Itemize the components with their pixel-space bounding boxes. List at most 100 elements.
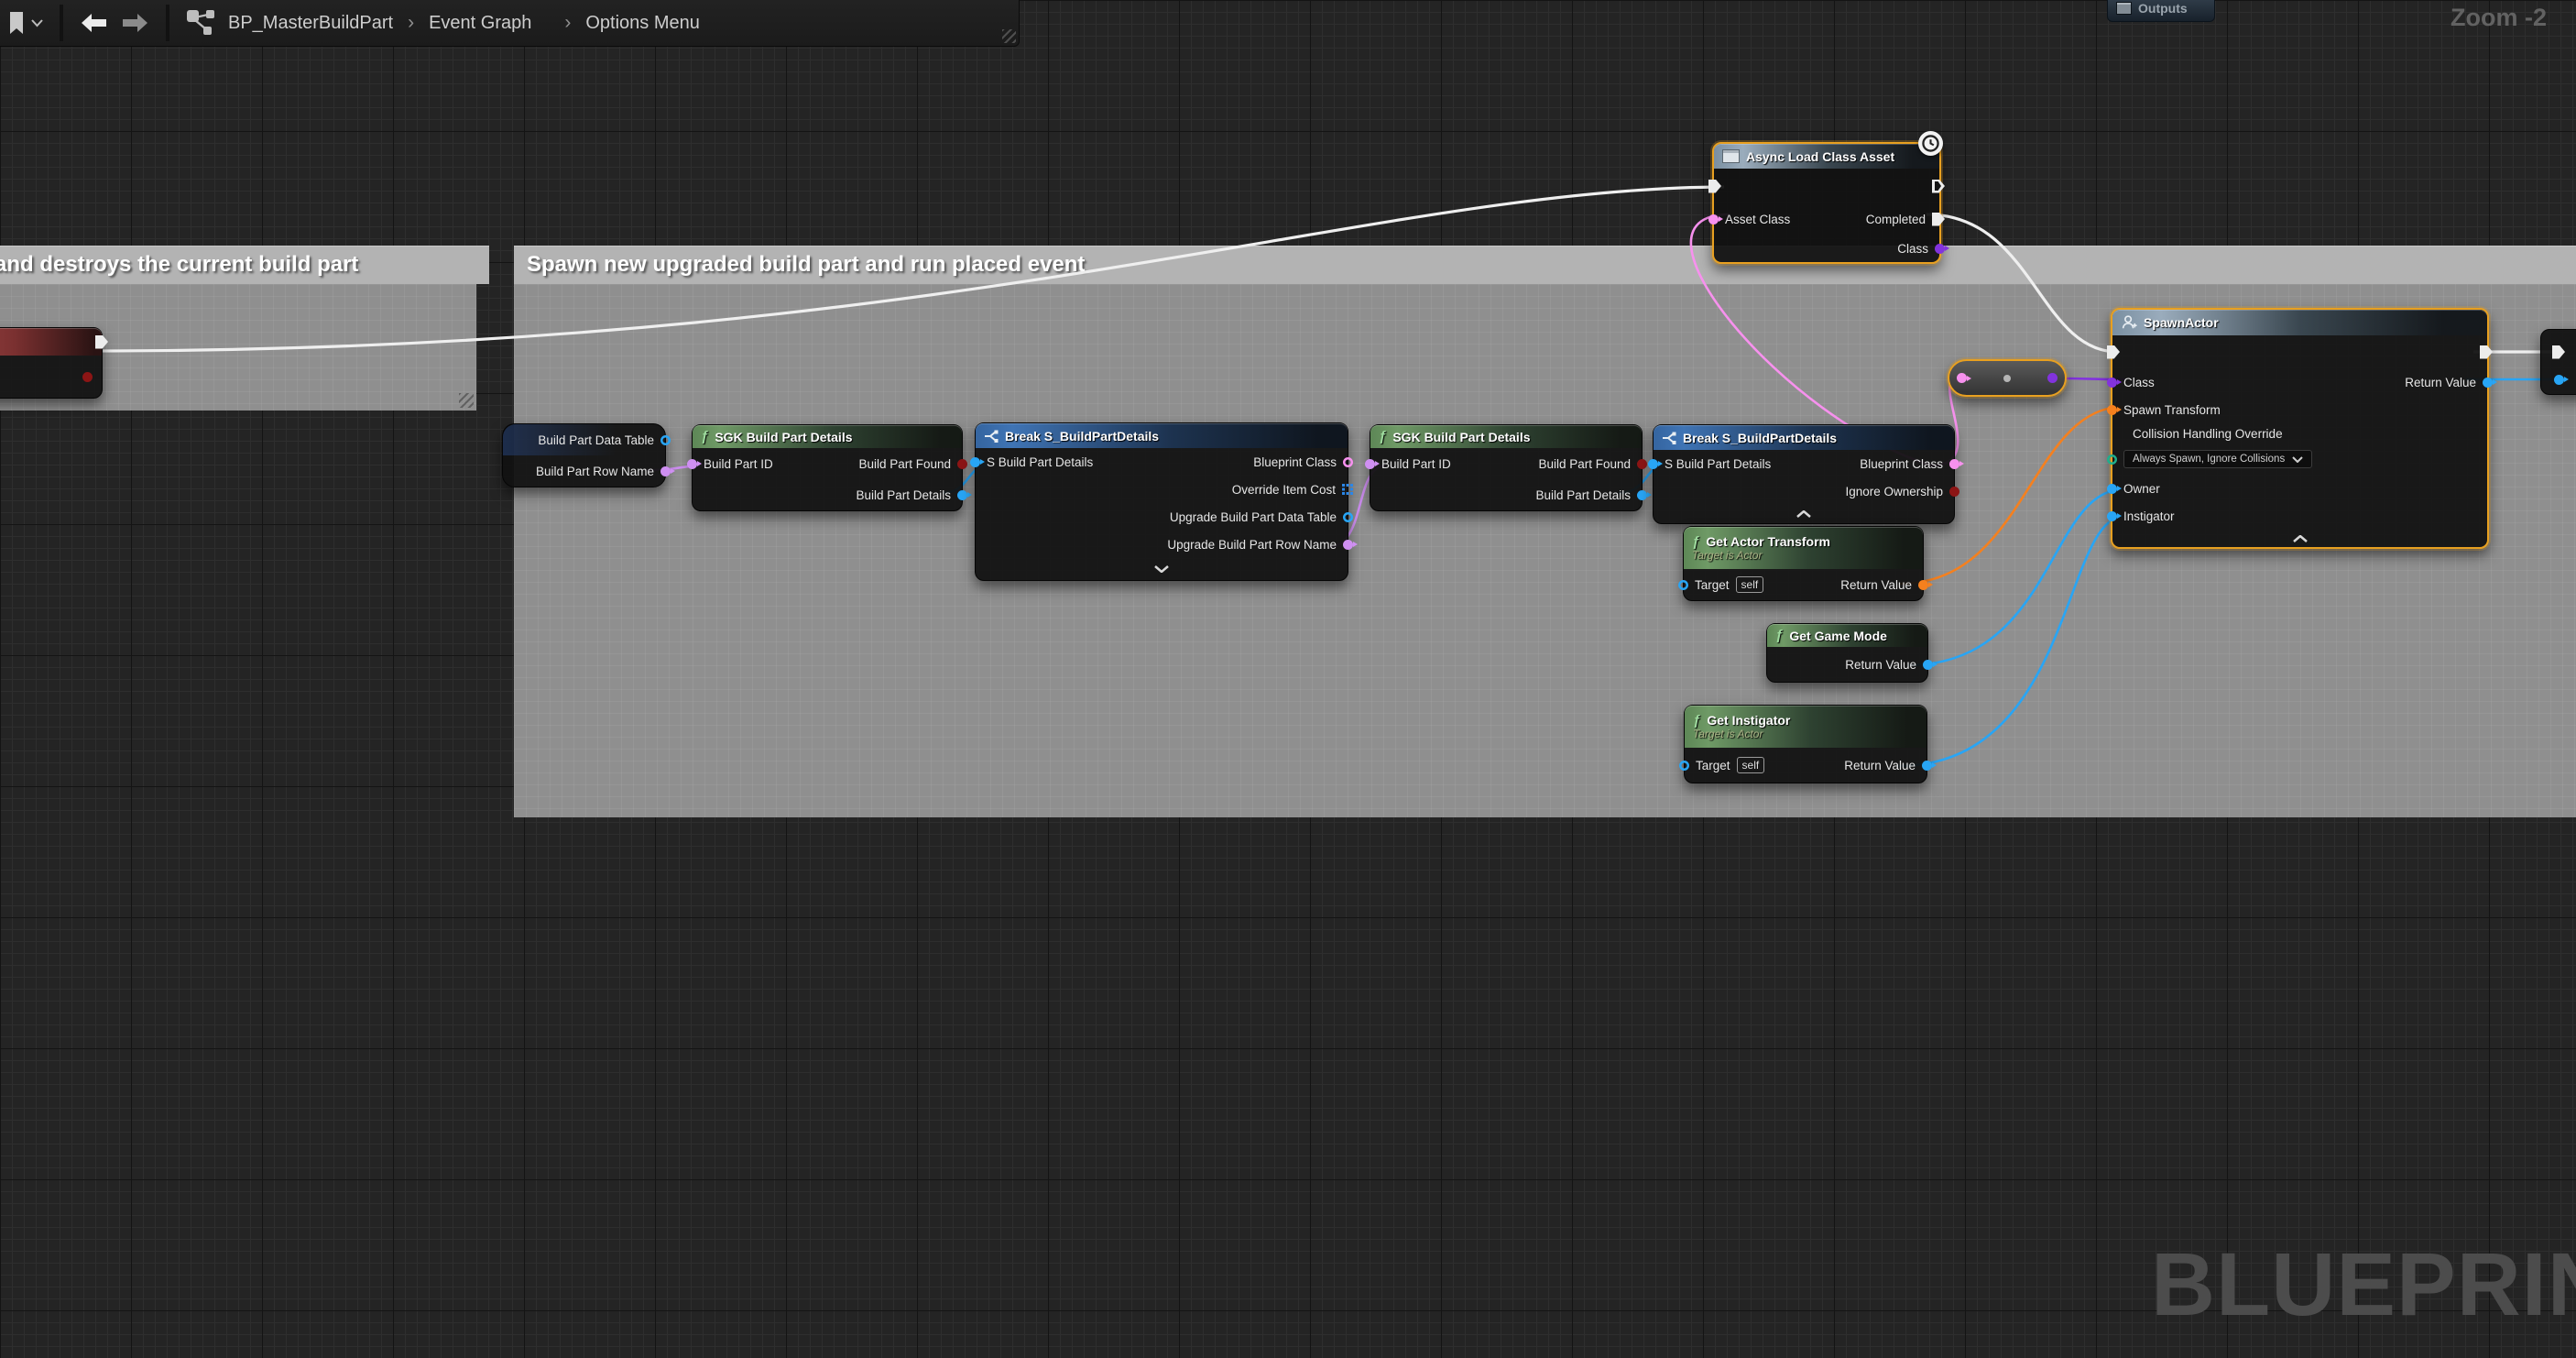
return-value-pin[interactable] [1922,761,1932,771]
struct-in-pin[interactable] [1648,459,1658,469]
completed-exec-pin[interactable] [1932,213,1945,226]
chevron-down-icon [31,19,43,27]
build-part-id-pin[interactable] [1365,459,1375,469]
back-button[interactable] [72,0,115,46]
bookmark-icon [7,11,26,36]
blueprint-class-pin[interactable] [1343,457,1353,467]
class-in-pin[interactable] [2107,378,2117,388]
node-async-load-class-asset[interactable]: Async Load Class Asset Asset Class Compl… [1712,142,1941,264]
exec-in-pin[interactable] [2552,345,2565,359]
reroute-in-pin[interactable] [1957,373,1967,383]
asset-class-pin[interactable] [1708,214,1719,225]
reroute-out-pin[interactable] [2047,373,2058,383]
expand-pins-button[interactable] [976,558,1348,580]
instigator-pin[interactable] [2107,511,2117,521]
graph-icon-button[interactable] [179,0,223,46]
outputs-window-icon [2116,2,2132,15]
function-icon: ƒ [1693,713,1700,728]
function-icon: ƒ [1775,628,1783,643]
spawn-transform-pin[interactable] [2107,405,2117,415]
node-break-buildpartdetails-1[interactable]: Break S_BuildPartDetails S Build Part De… [975,422,1348,581]
breadcrumb-separator: › [537,12,580,34]
build-part-found-pin[interactable] [957,459,967,469]
ignore-ownership-pin[interactable] [1949,487,1959,497]
comment-spawn-header[interactable]: Spawn new upgraded build part and run pl… [514,246,2576,284]
override-item-cost-map-pin[interactable] [1342,484,1353,495]
build-part-data-table-pin[interactable] [660,435,671,445]
node-break-buildpartdetails-2[interactable]: Break S_BuildPartDetails S Build Part De… [1653,424,1955,524]
bool-pin[interactable] [82,372,93,382]
exec-in-pin[interactable] [2107,345,2120,359]
struct-in-pin[interactable] [970,457,980,467]
node-spawn-actor[interactable]: SpawnActor Class Return Value Spawn Tran… [2111,308,2489,549]
node-gat-title: Get Actor Transform [1706,534,1830,549]
build-part-id-pin[interactable] [687,459,697,469]
breadcrumb-separator: › [398,12,423,34]
build-part-row-name-pin[interactable] [660,466,671,476]
return-value-pin[interactable] [1923,660,1933,670]
node-break2-header: Break S_BuildPartDetails [1654,425,1954,450]
owner-pin[interactable] [2107,484,2117,494]
exec-in-pin[interactable] [1708,180,1721,193]
latent-clock-icon [1918,131,1943,156]
function-icon: ƒ [1692,534,1699,550]
collision-handling-dropdown[interactable]: Always Spawn, Ignore Collisions [2123,450,2312,468]
node-offscreen-right[interactable] [2540,329,2576,395]
comment-spawn-title: Spawn new upgraded build part and run pl… [527,252,1085,278]
collapse-pins-button[interactable] [2112,530,2487,547]
node-gi-header: ƒ Get Instigator Target is Actor [1685,706,1927,748]
node-ggm-title: Get Game Mode [1789,629,1887,643]
target-pin[interactable] [1679,761,1689,771]
build-part-found-pin[interactable] [1637,459,1647,469]
node-sgk-build-part-details-1[interactable]: ƒ SGK Build Part Details Build Part ID B… [692,424,963,511]
comment-destroy-header[interactable]: e and destroys the current build part [0,246,489,284]
target-pin[interactable] [1678,580,1688,590]
class-out-pin[interactable] [1935,244,1945,254]
toolbar-resize-handle[interactable] [1002,29,1016,43]
bookmark-button[interactable] [0,0,50,46]
collision-enum-pin[interactable] [2107,454,2117,465]
node-get-game-mode[interactable]: ƒ Get Game Mode Return Value [1766,623,1928,683]
graph-toolbar: BP_MasterBuildPart › Event Graph › Optio… [0,0,1020,47]
collapse-pins-button[interactable] [1654,505,1954,523]
break-struct-icon [984,430,999,443]
upgrade-row-name-pin[interactable] [1343,540,1353,550]
blueprint-graph-canvas[interactable]: BLUEPRINT e and destroys the current bui… [0,0,2576,1358]
breadcrumb-item-blueprint[interactable]: BP_MasterBuildPart [223,13,398,34]
return-value-pin[interactable] [1918,580,1928,590]
blueprint-watermark: BLUEPRINT [2151,1233,2576,1336]
object-in-pin[interactable] [2554,375,2564,385]
blueprint-class-pin[interactable] [1949,459,1959,469]
node-ggm-header: ƒ Get Game Mode [1767,624,1927,647]
node-conversion-reroute[interactable] [1948,359,2067,397]
node-async-title: Async Load Class Asset [1746,149,1894,164]
function-icon: ƒ [1379,429,1386,444]
build-part-details-pin[interactable] [1637,490,1647,500]
node-set[interactable]: SET de ✓ [0,327,103,399]
reroute-dot-icon [2003,375,2011,382]
forward-button[interactable] [115,0,157,46]
collision-handling-label: Collision Handling Override [2133,427,2283,441]
exec-out-pin[interactable] [1932,180,1945,193]
node-sgk-build-part-details-2[interactable]: ƒ SGK Build Part Details Build Part ID B… [1370,424,1643,511]
node-gat-header: ƒ Get Actor Transform Target is Actor [1684,527,1923,569]
break-struct-icon [1662,432,1676,444]
node-sgk1-title: SGK Build Part Details [715,430,852,444]
tab-outputs[interactable]: Outputs [2107,0,2215,22]
breadcrumb-item-options-menu[interactable]: Options Menu [580,13,705,34]
return-value-pin[interactable] [2483,378,2493,388]
zoom-level-indicator: Zoom -2 [2382,4,2547,32]
node-get-instigator[interactable]: ƒ Get Instigator Target is Actor Target … [1684,705,1927,783]
node-get-actor-transform[interactable]: ƒ Get Actor Transform Target is Actor Ta… [1683,526,1924,601]
build-part-details-pin[interactable] [957,490,967,500]
breadcrumb-item-event-graph[interactable]: Event Graph [423,13,537,34]
node-build-part-variables[interactable]: Build Part Data Table Build Part Row Nam… [502,423,666,487]
self-reference-box: self [1736,576,1764,593]
chevron-up-icon [2293,535,2308,542]
upgrade-data-table-pin[interactable] [1343,512,1353,522]
node-break1-title: Break S_BuildPartDetails [1005,429,1159,444]
comment-destroy-title: e and destroys the current build part [0,252,358,278]
chevron-down-icon [2292,456,2303,463]
comment-resize-handle[interactable] [459,393,474,408]
chevron-up-icon [1796,510,1811,518]
